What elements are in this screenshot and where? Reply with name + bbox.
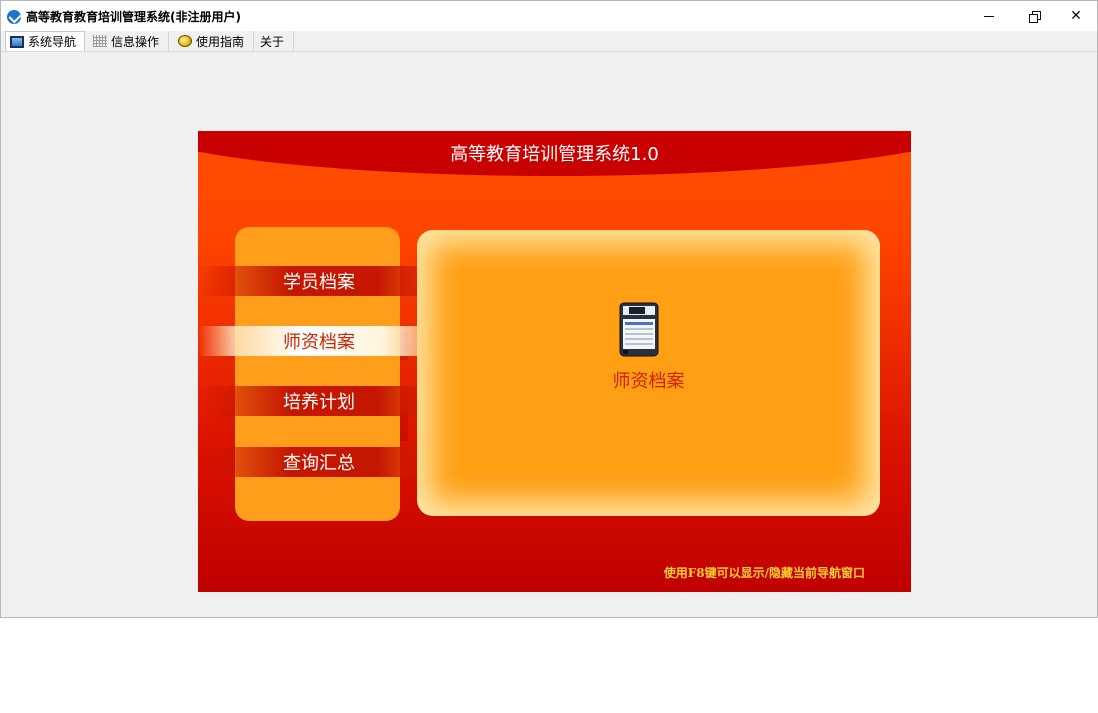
- app-window: 高等教育教育培训管理系统(非注册用户) ✕ 系统导航 信息操作 使用指南 关于 …: [0, 0, 1098, 618]
- tab-label: 使用指南: [196, 34, 245, 49]
- grid-icon: [93, 35, 107, 47]
- menu-item-training-plan[interactable]: 培养计划: [198, 386, 428, 416]
- tab-label: 关于: [260, 34, 285, 49]
- tab-user-guide[interactable]: 使用指南: [174, 31, 254, 51]
- hint-text: 使用F8键可以显示/隐藏当前导航窗口: [663, 566, 865, 580]
- content-area: 师资档案: [417, 230, 880, 516]
- navigation-panel: 高等教育培训管理系统1.0 学员档案 师资档案 培养计划 查询汇总 师资档案 使: [198, 131, 911, 592]
- menu-item-teacher-records[interactable]: 师资档案: [198, 326, 428, 356]
- restore-icon: [1029, 11, 1041, 23]
- floppy-disk-icon[interactable]: [619, 302, 659, 357]
- tab-label: 系统导航: [28, 35, 77, 49]
- tab-system-navigation[interactable]: 系统导航: [5, 31, 85, 51]
- lightbulb-icon: [178, 35, 192, 47]
- minimize-icon: [984, 15, 994, 17]
- tab-information-operations[interactable]: 信息操作: [89, 31, 169, 51]
- tab-about[interactable]: 关于: [256, 31, 294, 51]
- menu-item-student-records[interactable]: 学员档案: [198, 266, 428, 296]
- panel-title: 高等教育培训管理系统1.0: [450, 144, 659, 165]
- window-title: 高等教育教育培训管理系统(非注册用户): [26, 10, 241, 24]
- content-label: 师资档案: [612, 371, 685, 392]
- app-logo-icon: [7, 10, 21, 24]
- menu-item-query-summary[interactable]: 查询汇总: [198, 447, 428, 477]
- close-button[interactable]: ✕: [1053, 1, 1098, 31]
- tab-label: 信息操作: [111, 34, 160, 49]
- close-icon: ✕: [1070, 8, 1082, 24]
- monitor-icon: [10, 35, 24, 48]
- tab-bar: 系统导航 信息操作 使用指南 关于: [1, 31, 1097, 52]
- restore-button[interactable]: [1011, 1, 1057, 31]
- minimize-button[interactable]: [966, 1, 1012, 31]
- title-bar: 高等教育教育培训管理系统(非注册用户) ✕: [1, 1, 1097, 31]
